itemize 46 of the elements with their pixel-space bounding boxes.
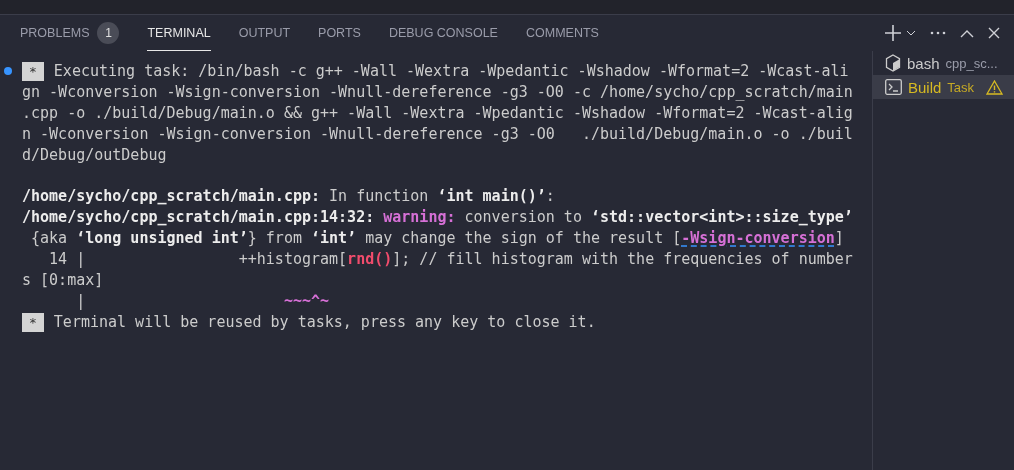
panel-tab[interactable]: PORTS [318, 15, 361, 51]
terminal-text: ] [834, 228, 844, 250]
chevron-down-icon[interactable] [906, 28, 916, 38]
more-icon[interactable] [930, 31, 946, 35]
terminal-text: n -Wconversion -Wsign-conversion -Wnull-dereference -g3 -O0 ./build/Debug/main.o -o ./buil [22, 123, 853, 145]
terminal-text: ‘int main()’ [437, 186, 546, 208]
terminal-text: In function [328, 186, 430, 208]
terminal-list-item[interactable]: Build Task [873, 75, 1014, 99]
terminal-text: 14 | ++histogram[ [48, 249, 348, 270]
terminal-text: d/Debug/outDebug [22, 144, 167, 166]
cube-icon [885, 54, 901, 72]
status-dot-icon [4, 67, 12, 76]
panel-tab[interactable]: COMMENTS [525, 15, 599, 51]
marker-label: * [22, 61, 44, 81]
panel-tab[interactable]: TERMINAL [147, 15, 211, 51]
terminal-text: warning: [383, 207, 456, 229]
close-icon[interactable] [988, 27, 1000, 39]
terminal-text: rnd() [347, 249, 393, 270]
count-badge: 1 [97, 22, 120, 44]
panel-tab[interactable]: PROBLEMS 1 [20, 15, 120, 51]
chevron-up-icon[interactable] [960, 28, 974, 38]
terminal-text: ‘std::vector<int>::size_type’ [590, 207, 853, 229]
warning-flag-link[interactable]: -Wsign-conversion [681, 228, 835, 250]
terminal-text: } from [247, 228, 303, 250]
panel-tab[interactable]: OUTPUT [238, 15, 291, 51]
terminal-text: : [545, 186, 555, 208]
marker-label: * [22, 312, 44, 332]
terminal-text: /home/sycho/cpp_scratch/main.cpp:14:32: [22, 207, 376, 229]
terminal-text: {aka [30, 228, 69, 250]
terminal-text: .cpp -o ./build/Debug/main.o && g++ -Wall -Wextra -Wpedantic -Wshadow -Wformat=2 -Wcast-alig [22, 102, 853, 124]
panel-tab[interactable]: DEBUG CONSOLE [388, 15, 498, 51]
terminal-text: ‘int’ [311, 228, 357, 250]
terminal-icon [885, 79, 902, 95]
plus-icon[interactable] [884, 24, 902, 42]
terminal-text: conversion to [463, 207, 583, 229]
terminal-list-item[interactable]: bash cpp_sc... [873, 51, 1014, 75]
terminal-text: | [75, 290, 87, 312]
terminal-text: ‘long unsigned int’ [76, 228, 248, 250]
terminal-text: ~~~^~ [283, 290, 330, 312]
terminal-text: Executing task: /bin/bash -c g++ -Wall -Wextra -Wpedantic -Wshadow -Wformat=2 -Wcast-ali [53, 61, 849, 82]
terminal-text: gn -Wconversion -Wsign-conversion -Wnull-dereference -g3 -O0 -c /home/sycho/cpp_scratch/main [22, 81, 853, 103]
terminal-text: ]; // fill histogram with the frequencies of number [392, 249, 853, 270]
terminal-text: Terminal will be reused by tasks, press any key to close it. [53, 311, 596, 333]
terminal-text: may change the sign of the result [ [364, 228, 682, 250]
terminal-text: /home/sycho/cpp_scratch/main.cpp: [22, 186, 320, 208]
terminal-text: s [0:max] [22, 269, 104, 291]
